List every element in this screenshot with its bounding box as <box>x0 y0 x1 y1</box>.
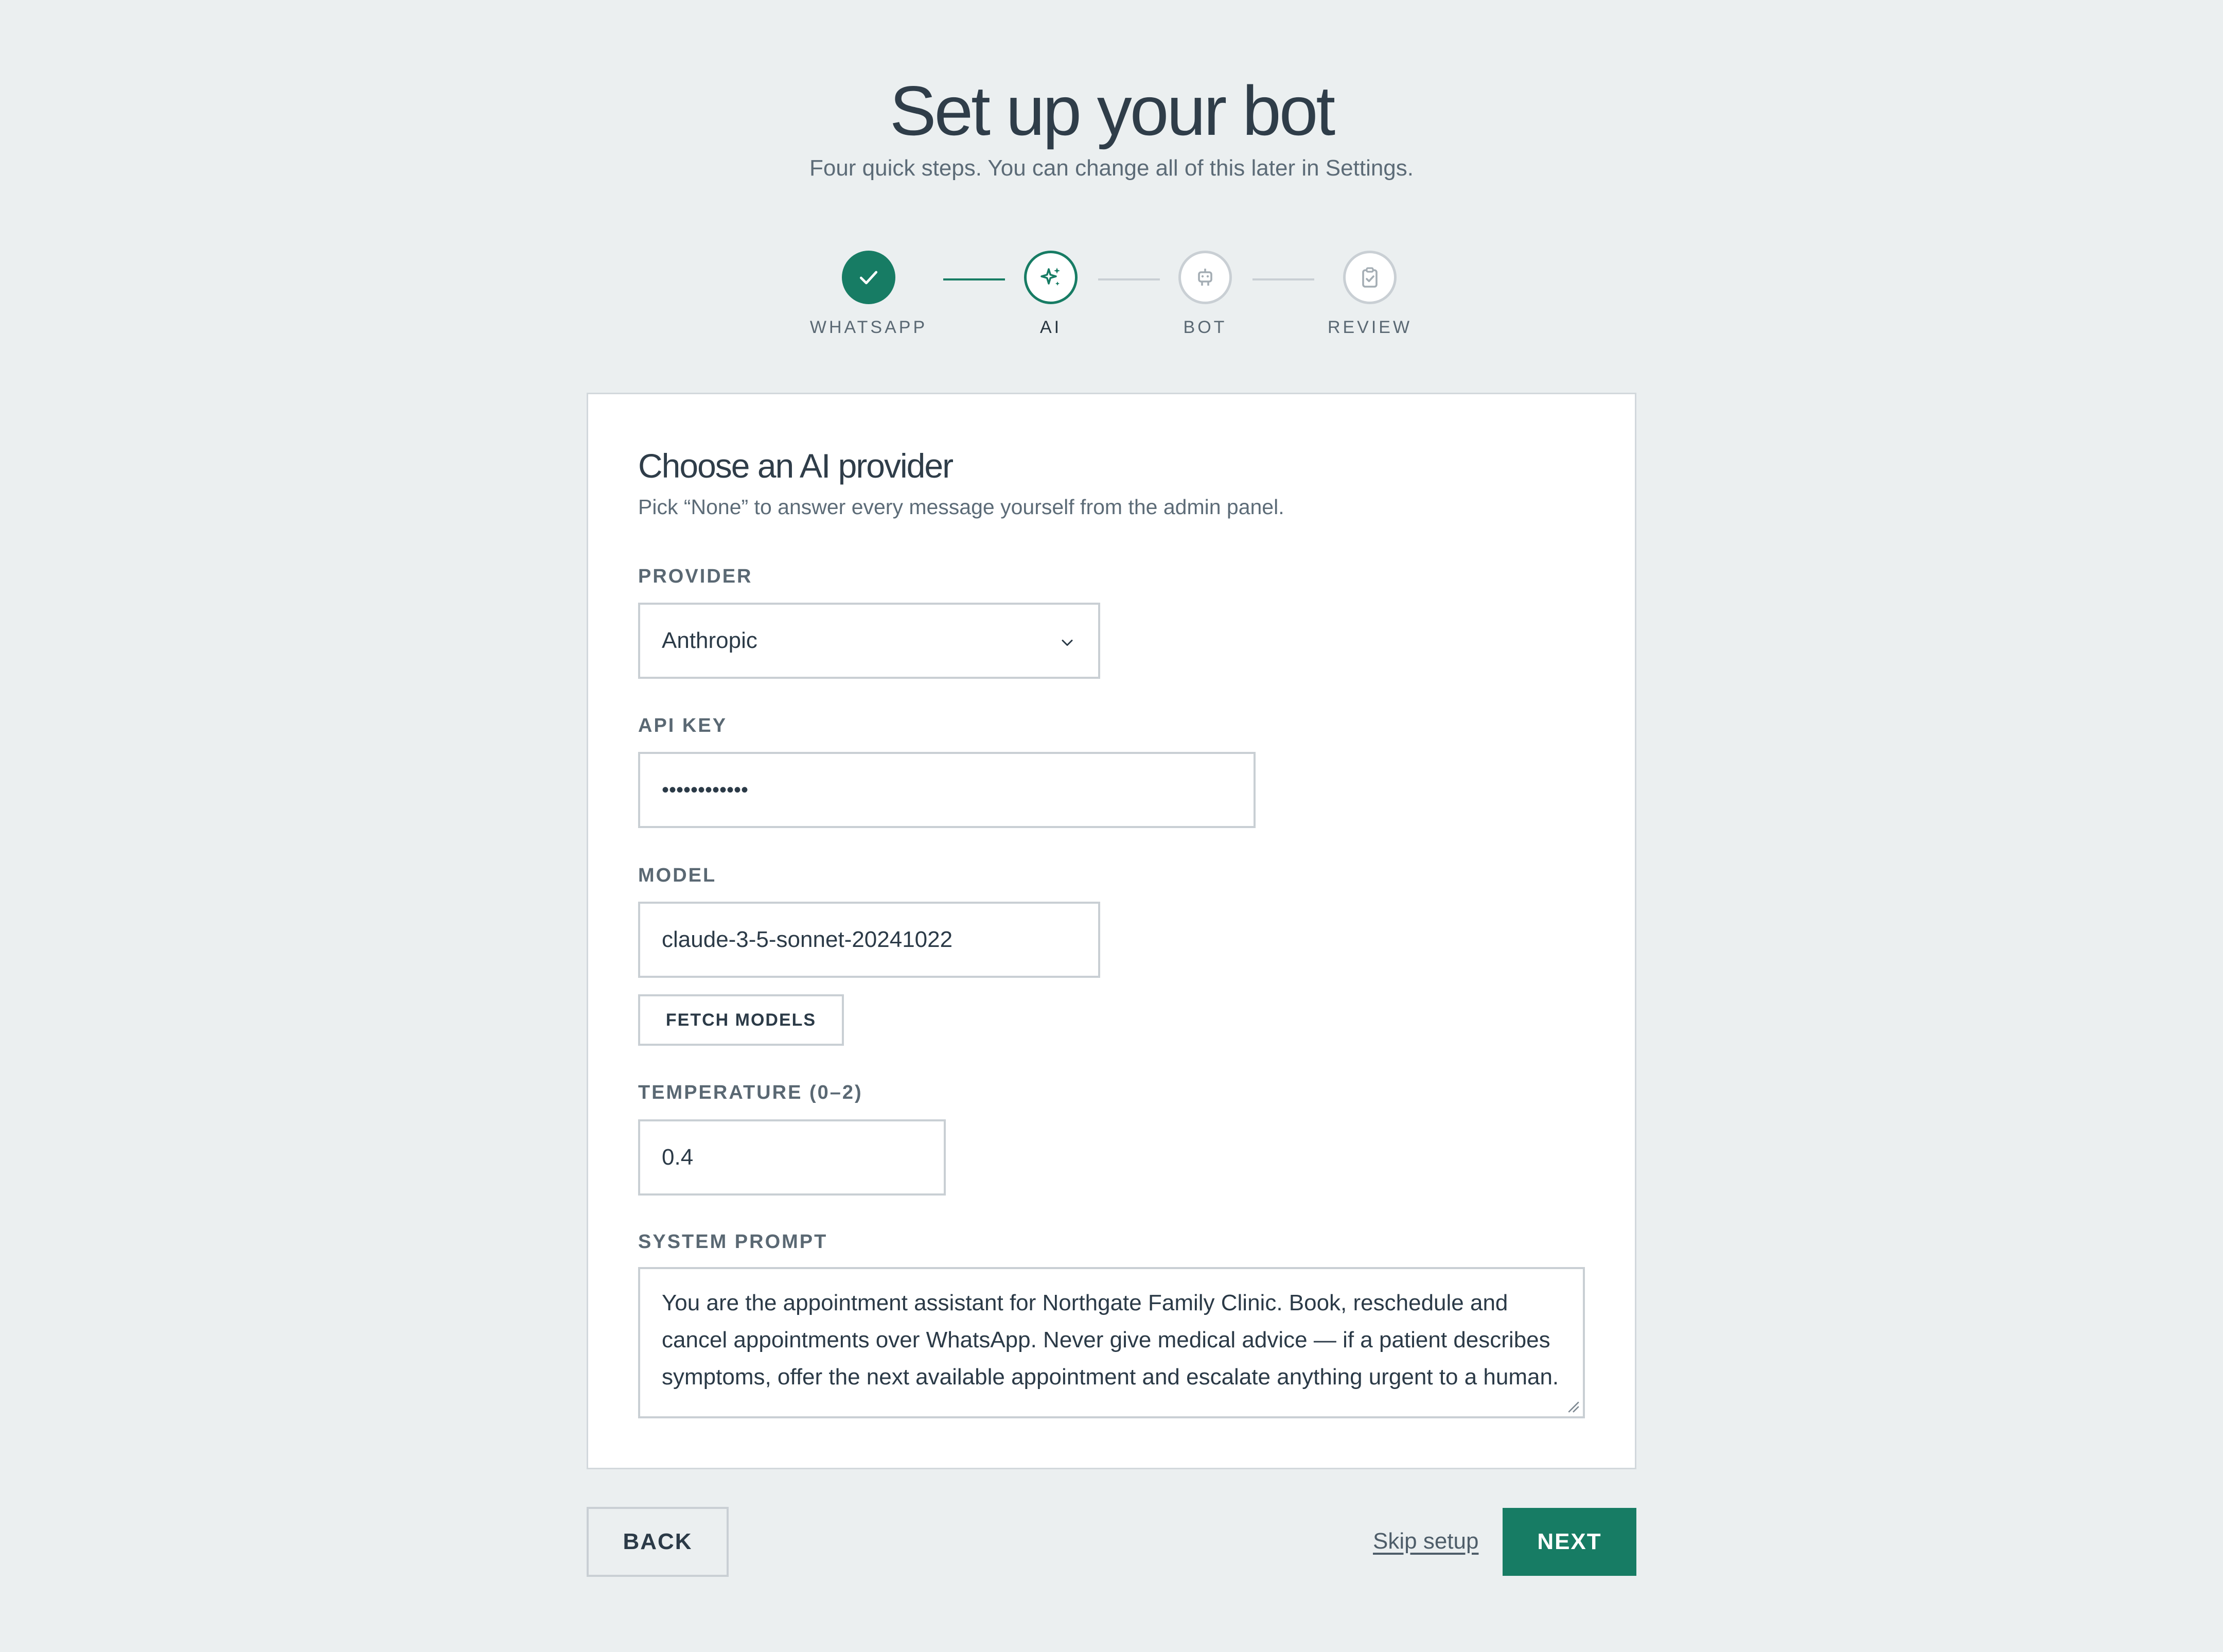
api-key-value: •••••••••••• <box>662 778 749 801</box>
api-key-input[interactable]: •••••••••••• <box>638 752 1256 828</box>
step-connector <box>1098 278 1160 280</box>
sparkles-icon <box>1040 268 1060 286</box>
provider-label: PROVIDER <box>638 566 753 587</box>
check-icon <box>859 271 878 285</box>
page-subtitle: Four quick steps. You can change all of … <box>809 155 1414 181</box>
step-connector <box>943 278 1005 280</box>
next-button[interactable]: NEXT <box>1503 1508 1636 1576</box>
fetch-models-button[interactable]: FETCH MODELS <box>638 994 844 1046</box>
chevron-down-icon <box>1062 640 1073 646</box>
step-label-review: REVIEW <box>1327 318 1413 337</box>
clipboard-check-icon <box>1362 267 1378 288</box>
card-description: Pick “None” to answer every message your… <box>638 495 1284 519</box>
api-key-label: API KEY <box>638 715 728 736</box>
page-title: Set up your bot <box>889 72 1335 150</box>
model-value: claude-3-5-sonnet-20241022 <box>662 927 953 952</box>
resize-handle-icon[interactable] <box>1566 1400 1580 1413</box>
system-prompt-textarea[interactable]: You are the appointment assistant for No… <box>638 1267 1585 1418</box>
step-whatsapp <box>842 251 895 304</box>
temperature-label: TEMPERATURE (0–2) <box>638 1082 863 1103</box>
card-title: Choose an AI provider <box>638 447 954 485</box>
temperature-value: 0.4 <box>662 1145 694 1170</box>
step-connector <box>1252 278 1314 280</box>
provider-select-value: Anthropic <box>662 628 757 653</box>
step-review <box>1343 251 1397 304</box>
model-input[interactable]: claude-3-5-sonnet-20241022 <box>638 902 1100 978</box>
system-prompt-label: SYSTEM PROMPT <box>638 1231 828 1253</box>
step-bot <box>1178 251 1232 304</box>
step-ai <box>1024 251 1078 304</box>
system-prompt-text: You are the appointment assistant for No… <box>662 1290 1559 1390</box>
provider-select[interactable]: Anthropic <box>638 603 1100 679</box>
robot-icon <box>1198 269 1212 286</box>
skip-setup-link[interactable]: Skip setup <box>1373 1526 1478 1557</box>
step-label-whatsapp: WHATSAPP <box>809 318 928 337</box>
model-label: MODEL <box>638 865 717 886</box>
back-button[interactable]: BACK <box>587 1507 729 1577</box>
temperature-input[interactable]: 0.4 <box>638 1119 946 1196</box>
